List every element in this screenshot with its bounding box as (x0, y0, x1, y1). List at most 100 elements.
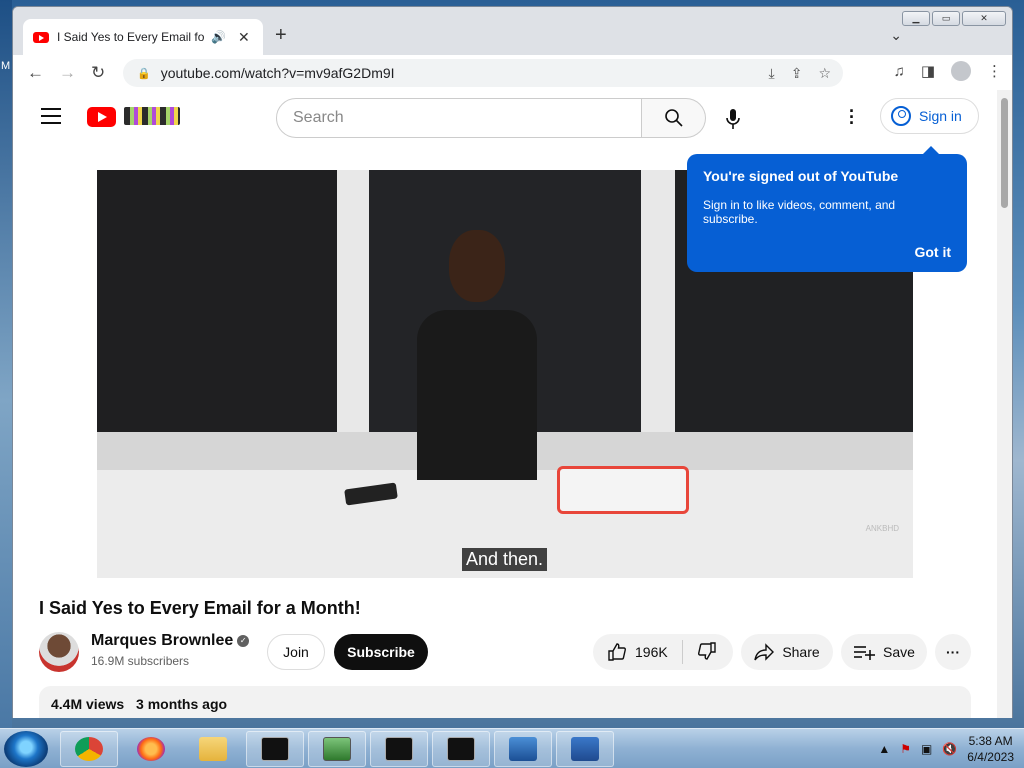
search-icon (664, 109, 683, 127)
clock-date: 6/4/2023 (967, 750, 1014, 764)
close-window-button[interactable]: ✕ (962, 11, 1006, 26)
save-label: Save (883, 644, 915, 660)
tab-strip: I Said Yes to Every Email for a Month! 🔊… (13, 7, 1012, 55)
taskbar: ▲ ⚑ ▣ 🔇 5:38 AM 6/4/2023 (0, 728, 1024, 768)
video-frame-window-left (97, 170, 337, 432)
more-actions-icon[interactable]: ··· (935, 634, 971, 670)
task-manager-icon (323, 737, 351, 761)
verified-badge-icon: ✓ (237, 634, 250, 647)
back-icon[interactable]: ← (27, 63, 44, 83)
account-icon (891, 106, 911, 126)
lock-icon[interactable]: 🔒 (137, 67, 151, 80)
firefox-icon (137, 737, 165, 761)
server-manager-icon (509, 737, 537, 761)
upload-age: 3 months ago (136, 696, 228, 712)
save-button[interactable]: Save (841, 634, 927, 670)
profile-avatar-icon[interactable] (951, 61, 971, 81)
like-dislike-group: 196K (593, 634, 733, 670)
speaker-icon[interactable]: 🔊 (211, 30, 226, 44)
taskbar-cmd-3[interactable] (432, 731, 490, 767)
sign-in-label: Sign in (919, 108, 962, 124)
thumbs-down-icon (697, 641, 716, 660)
tooltip-body: Sign in to like videos, comment, and sub… (703, 198, 896, 226)
page-scrollbar[interactable] (997, 90, 1012, 718)
start-button[interactable] (4, 731, 48, 767)
taskbar-task-manager[interactable] (308, 731, 366, 767)
description-box[interactable]: 4.4M views 3 months ago (39, 686, 971, 718)
sign-in-button[interactable]: Sign in (880, 98, 979, 134)
url-text: youtube.com/watch?v=mv9afG2Dm9I (160, 65, 395, 81)
signed-out-tooltip: You're signed out of YouTube Sign in to … (687, 146, 967, 272)
show-hidden-icons-icon[interactable]: ▲ (878, 742, 890, 756)
command-prompt-icon (261, 737, 289, 761)
like-count: 196K (635, 644, 668, 660)
taskbar-cmd-2[interactable] (370, 731, 428, 767)
taskbar-cmd-1[interactable] (246, 731, 304, 767)
forward-icon[interactable]: → (59, 63, 76, 83)
share-icon (754, 643, 775, 661)
join-button[interactable]: Join (267, 634, 325, 670)
channel-avatar[interactable] (39, 632, 79, 672)
scrollbar-thumb[interactable] (1001, 98, 1008, 208)
bookmark-star-icon[interactable]: ☆ (818, 65, 831, 82)
taskbar-firefox[interactable] (122, 731, 180, 767)
search-placeholder: Search (293, 109, 344, 126)
search-button[interactable] (642, 98, 706, 138)
microphone-icon[interactable] (723, 108, 743, 130)
tab-youtube[interactable]: I Said Yes to Every Email for a Month! 🔊… (23, 19, 263, 55)
address-bar[interactable]: 🔒 youtube.com/watch?v=mv9afG2Dm9I ⤓ ⇪ ☆ (123, 59, 843, 87)
taskbar-powershell[interactable] (556, 731, 614, 767)
youtube-doodle[interactable] (124, 107, 180, 125)
got-it-button[interactable]: Got it (703, 244, 951, 260)
maximize-button[interactable]: ▭ (932, 11, 960, 26)
minimize-button[interactable]: ▁ (902, 11, 930, 26)
video-caption: And then. (462, 548, 548, 571)
subscriber-count: 16.9M subscribers (91, 654, 190, 668)
new-tab-button[interactable]: + (275, 25, 287, 45)
dislike-button[interactable] (683, 641, 731, 664)
command-prompt-icon (447, 737, 475, 761)
tab-close-icon[interactable]: ✕ (238, 29, 250, 46)
action-center-icon[interactable]: ⚑ (900, 742, 911, 756)
add-to-playlist-icon (854, 646, 876, 660)
folder-icon (199, 737, 227, 761)
command-prompt-icon (385, 737, 413, 761)
youtube-favicon-icon (33, 31, 49, 43)
desktop-edge: M (0, 0, 12, 728)
taskbar-explorer[interactable] (184, 731, 242, 767)
install-app-icon[interactable]: ⤓ (769, 65, 775, 82)
reload-icon[interactable]: ↻ (91, 63, 105, 83)
share-button[interactable]: Share (741, 634, 833, 670)
chrome-icon (75, 737, 103, 761)
toolbar-right: ♫ ◨ ⋮ (894, 61, 1002, 81)
taskbar-chrome[interactable] (60, 731, 118, 767)
thumbs-up-icon (608, 643, 626, 661)
view-count: 4.4M views (51, 696, 125, 712)
powershell-icon (571, 737, 599, 761)
tooltip-title: You're signed out of YouTube (703, 168, 899, 184)
youtube-logo-icon[interactable] (87, 107, 116, 127)
clock-time: 5:38 AM (968, 734, 1013, 748)
channel-name-row: Marques Brownlee ✓ (91, 632, 250, 650)
tab-search-chevron-icon[interactable]: ⌄ (890, 27, 902, 44)
desktop-edge-label: M (1, 60, 11, 72)
search-input[interactable]: Search (276, 98, 642, 138)
channel-name[interactable]: Marques Brownlee (91, 632, 233, 649)
clock[interactable]: 5:38 AM 6/4/2023 (967, 733, 1014, 765)
taskbar-server-manager[interactable] (494, 731, 552, 767)
video-title: I Said Yes to Every Email for a Month! (39, 598, 361, 618)
volume-muted-icon[interactable]: 🔇 (942, 742, 957, 756)
side-panel-icon[interactable]: ◨ (921, 62, 935, 80)
like-button[interactable]: 196K (593, 640, 683, 664)
subscribe-button[interactable]: Subscribe (334, 634, 428, 670)
youtube-page: Search · · · Sign in ANKBHD And then. You'… (13, 90, 999, 718)
settings-more-icon[interactable]: · · · (849, 102, 855, 132)
tab-title: I Said Yes to Every Email for a Month! (57, 30, 205, 44)
media-control-icon[interactable]: ♫ (894, 63, 905, 80)
share-page-icon[interactable]: ⇪ (791, 65, 803, 82)
masthead: Search · · · Sign in (13, 90, 999, 146)
system-tray: ▲ ⚑ ▣ 🔇 5:38 AM 6/4/2023 (878, 733, 1014, 765)
network-icon[interactable]: ▣ (921, 742, 932, 756)
hamburger-menu-icon[interactable] (41, 108, 61, 129)
chrome-menu-icon[interactable]: ⋮ (987, 62, 1002, 80)
